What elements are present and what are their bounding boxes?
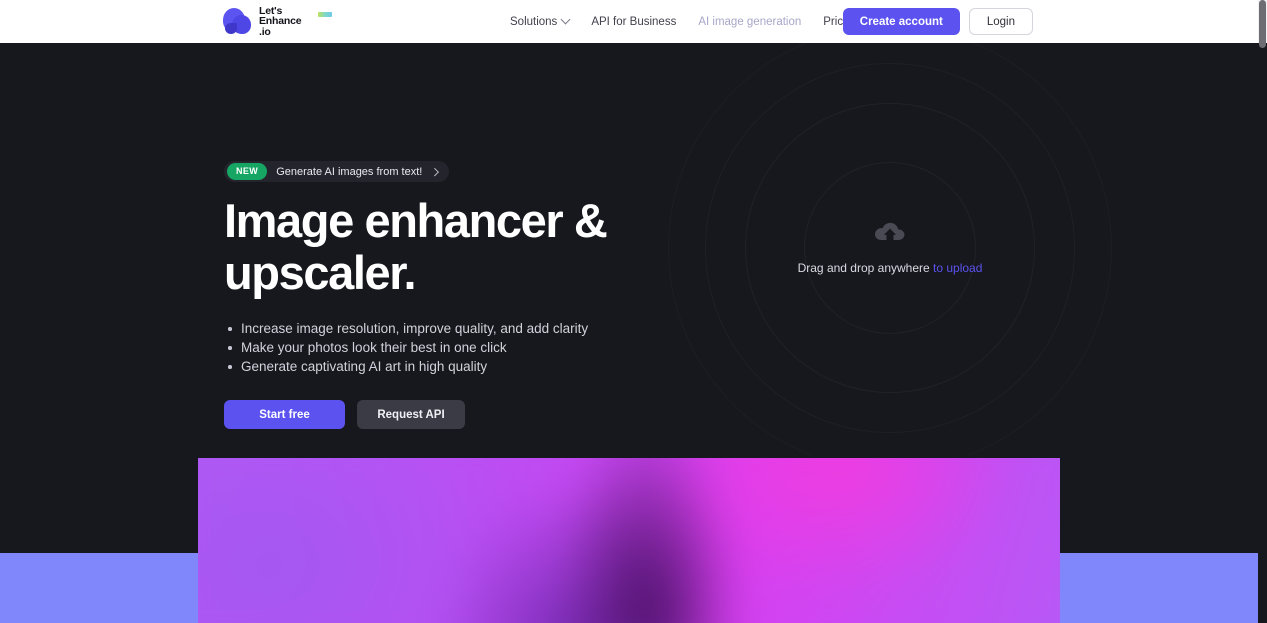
nav-item-label: API for Business [591, 15, 677, 28]
site-header: Let's Enhance .io Solutions API for Busi… [0, 0, 1258, 43]
chevron-down-icon [560, 14, 571, 25]
hero-feature-list: Increase image resolution, improve quali… [224, 319, 744, 376]
hero-content: NEW Generate AI images from text! Image … [224, 161, 744, 429]
list-item: Make your photos look their best in one … [224, 338, 744, 357]
hero-section: NEW Generate AI images from text! Image … [0, 43, 1258, 455]
scrollbar-track[interactable] [1258, 43, 1267, 623]
create-account-button[interactable]: Create account [842, 8, 960, 35]
new-feature-badge[interactable]: NEW Generate AI images from text! [224, 161, 449, 182]
login-button[interactable]: Login [968, 8, 1033, 35]
page-title: Image enhancer & upscaler. [224, 194, 608, 299]
header-actions: Create account Login [842, 8, 1033, 35]
dropzone-instruction: Drag and drop anywhere [797, 261, 934, 275]
list-item: Generate captivating AI art in high qual… [224, 357, 744, 376]
dropzone-text: Drag and drop anywhere to upload [740, 261, 1040, 275]
request-api-button[interactable]: Request API [357, 400, 465, 429]
page-viewport: Let's Enhance .io Solutions API for Busi… [0, 0, 1258, 623]
list-item: Increase image resolution, improve quali… [224, 319, 744, 338]
scrollbar-thumb[interactable] [1259, 0, 1266, 48]
nav-item-solutions[interactable]: Solutions [510, 14, 571, 28]
hero-preview-image [198, 458, 1060, 623]
letsenhance-blob-logo-icon [223, 6, 253, 36]
logo-line-3: .io [259, 25, 271, 38]
nav-item-label: AI image generation [698, 15, 802, 28]
nav-item-label: Solutions [510, 15, 558, 28]
upload-link[interactable]: to upload [933, 261, 982, 275]
logo-gradient-bar-icon [318, 11, 332, 17]
logo-wordmark: Let's Enhance .io [259, 5, 332, 38]
nav-item-api-for-business[interactable]: API for Business [591, 16, 676, 28]
hero-cta-group: Start free Request API [224, 400, 744, 429]
site-logo[interactable]: Let's Enhance .io [223, 3, 332, 39]
status-badge: NEW [227, 163, 268, 180]
nav-item-ai-image-generation[interactable]: AI image generation [698, 16, 801, 28]
chevron-right-icon [431, 167, 439, 176]
cloud-upload-icon [875, 222, 905, 240]
vertical-scrollbar[interactable] [1258, 0, 1267, 623]
upload-dropzone[interactable]: Drag and drop anywhere to upload [740, 221, 1040, 275]
start-free-button[interactable]: Start free [224, 400, 345, 429]
new-feature-badge-label: Generate AI images from text! [276, 165, 423, 178]
